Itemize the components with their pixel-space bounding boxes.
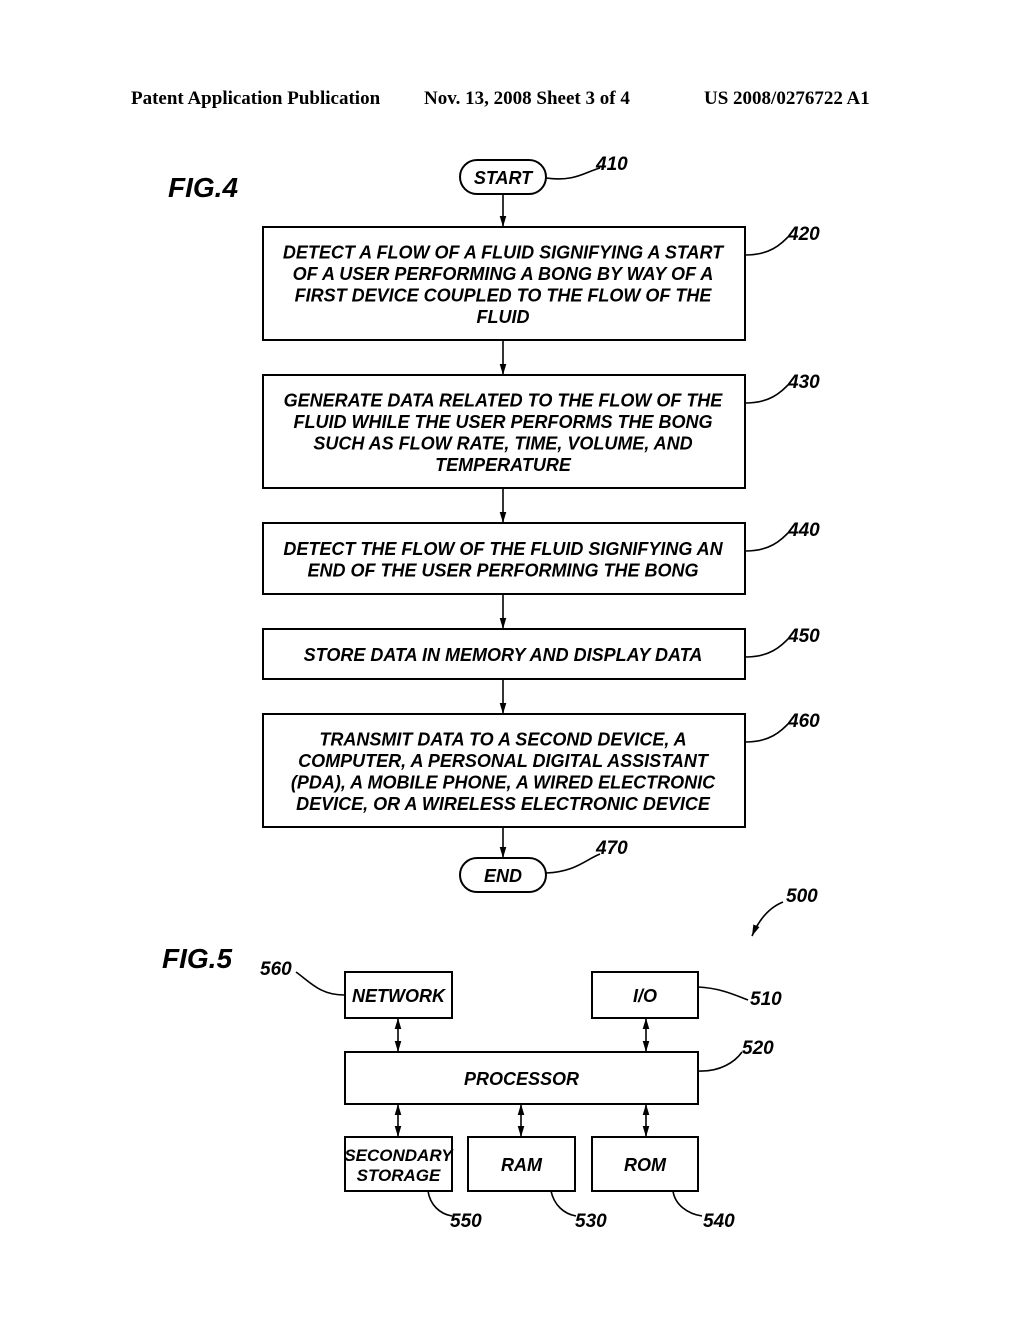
start-label: START bbox=[474, 168, 534, 188]
ref-450: 450 bbox=[787, 626, 820, 647]
step-text-line: STORE DATA IN MEMORY AND DISPLAY DATA bbox=[304, 645, 703, 665]
io-box: I/O bbox=[591, 971, 699, 1019]
leader-550 bbox=[427, 1190, 453, 1217]
ref-530: 530 bbox=[575, 1211, 607, 1232]
processor-box: PROCESSOR bbox=[344, 1051, 699, 1105]
step-text-line: FLUID WHILE THE USER PERFORMS THE BONG bbox=[293, 412, 712, 432]
network-label: NETWORK bbox=[352, 986, 447, 1006]
step-text-line: FLUID bbox=[477, 307, 530, 327]
leader-440 bbox=[744, 530, 791, 552]
leader-420 bbox=[744, 234, 791, 256]
step-text-line: FIRST DEVICE COUPLED TO THE FLOW OF THE bbox=[295, 285, 713, 305]
ref-550: 550 bbox=[450, 1211, 482, 1232]
step-text-line: TRANSMIT DATA TO A SECOND DEVICE, A bbox=[319, 729, 686, 749]
fig4-label: FIG.4 bbox=[168, 172, 238, 203]
step-text-line: OF A USER PERFORMING A BONG BY WAY OF A bbox=[293, 264, 714, 284]
start-terminal: START bbox=[459, 159, 547, 195]
ref-430: 430 bbox=[787, 372, 820, 393]
ref-470: 470 bbox=[595, 838, 628, 859]
secondary-label: SECONDARY bbox=[344, 1146, 454, 1165]
leader-510 bbox=[697, 986, 749, 1001]
leader-560 bbox=[295, 971, 345, 996]
step-text-line: END OF THE USER PERFORMING THE BONG bbox=[307, 560, 698, 580]
step-440: DETECT THE FLOW OF THE FLUID SIGNIFYING … bbox=[262, 520, 820, 595]
step-460: TRANSMIT DATA TO A SECOND DEVICE, ACOMPU… bbox=[262, 711, 820, 828]
ref-460: 460 bbox=[787, 711, 820, 732]
leader-450 bbox=[744, 636, 791, 658]
step-text-line: DEVICE, OR A WIRELESS ELECTRONIC DEVICE bbox=[296, 794, 711, 814]
ram-box: RAM bbox=[467, 1136, 576, 1192]
ref-410: 410 bbox=[595, 154, 628, 175]
fig5-label: FIG.5 bbox=[162, 943, 232, 974]
patent-diagram: FIG.4 START 410 DETECT A FLOW OF A FLUID… bbox=[162, 154, 820, 1232]
ref-440: 440 bbox=[787, 520, 820, 541]
leader-470 bbox=[545, 853, 601, 874]
processor-label: PROCESSOR bbox=[464, 1069, 579, 1089]
leader-520 bbox=[697, 1051, 743, 1072]
leader-430 bbox=[744, 382, 791, 404]
ref-540: 540 bbox=[703, 1211, 735, 1232]
step-text-line: COMPUTER, A PERSONAL DIGITAL ASSISTANT bbox=[298, 751, 710, 771]
rom-box: ROM bbox=[591, 1136, 699, 1192]
step-text-line: SUCH AS FLOW RATE, TIME, VOLUME, AND bbox=[313, 433, 692, 453]
ref-510: 510 bbox=[750, 989, 782, 1010]
io-label: I/O bbox=[633, 986, 657, 1006]
step-430: GENERATE DATA RELATED TO THE FLOW OF THE… bbox=[262, 372, 820, 489]
ram-label: RAM bbox=[501, 1155, 543, 1175]
rom-label: ROM bbox=[624, 1155, 667, 1175]
leader-500-arrow bbox=[751, 901, 784, 937]
leader-540 bbox=[672, 1190, 703, 1217]
step-420: DETECT A FLOW OF A FLUID SIGNIFYING A ST… bbox=[262, 224, 820, 341]
network-box: NETWORK bbox=[344, 971, 453, 1019]
end-label: END bbox=[484, 866, 522, 886]
ref-520: 520 bbox=[742, 1038, 774, 1059]
ref-560: 560 bbox=[260, 959, 292, 980]
secondary-label: STORAGE bbox=[357, 1166, 441, 1185]
step-text-line: GENERATE DATA RELATED TO THE FLOW OF THE bbox=[284, 390, 724, 410]
step-text-line: (PDA), A MOBILE PHONE, A WIRED ELECTRONI… bbox=[291, 772, 716, 792]
step-text-line: DETECT THE FLOW OF THE FLUID SIGNIFYING … bbox=[283, 539, 723, 559]
end-terminal: END bbox=[459, 857, 547, 893]
leader-530 bbox=[550, 1190, 577, 1217]
ref-420: 420 bbox=[787, 224, 820, 245]
step-text-line: DETECT A FLOW OF A FLUID SIGNIFYING A ST… bbox=[283, 242, 725, 262]
step-text-line: TEMPERATURE bbox=[435, 455, 572, 475]
leader-460 bbox=[744, 721, 791, 743]
step-450: STORE DATA IN MEMORY AND DISPLAY DATA 450 bbox=[262, 626, 820, 680]
ref-500: 500 bbox=[786, 886, 818, 907]
secondary-box: SECONDARYSTORAGE bbox=[344, 1136, 454, 1192]
leader-410 bbox=[545, 167, 601, 180]
